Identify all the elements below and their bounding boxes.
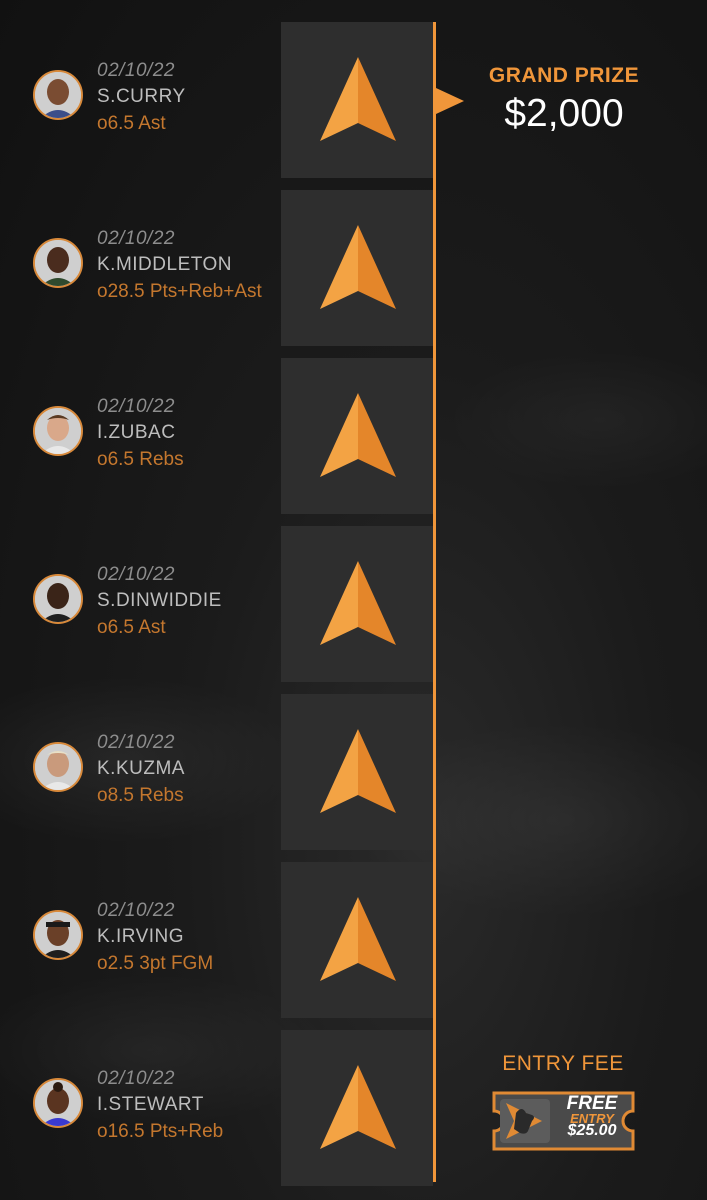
pick-line: o6.5 Ast xyxy=(97,617,166,638)
pick-date: 02/10/22 xyxy=(97,564,175,585)
grand-prize-label: GRAND PRIZE xyxy=(488,64,640,87)
pick-row: 02/10/22 S.DINWIDDIE o6.5 Ast xyxy=(0,526,707,682)
up-arrow-icon xyxy=(320,897,396,981)
pick-date: 02/10/22 xyxy=(97,732,175,753)
up-arrow-icon xyxy=(320,1065,396,1149)
player-name: S.DINWIDDIE xyxy=(97,590,222,611)
pick-date: 02/10/22 xyxy=(97,1068,175,1089)
up-arrow-icon xyxy=(320,561,396,645)
player-name: K.MIDDLETON xyxy=(97,254,233,275)
pick-row: 02/10/22 I.ZUBAC o6.5 Rebs xyxy=(0,358,707,514)
pick-over-button[interactable] xyxy=(281,862,433,1018)
pick-line: o8.5 Rebs xyxy=(97,785,184,806)
player-avatar xyxy=(33,742,83,792)
up-arrow-icon xyxy=(320,393,396,477)
pick-date: 02/10/22 xyxy=(97,396,175,417)
pick-over-button[interactable] xyxy=(281,1030,433,1186)
up-arrow-icon xyxy=(320,729,396,813)
player-name: I.ZUBAC xyxy=(97,422,176,443)
pick-over-button[interactable] xyxy=(281,694,433,850)
player-name: K.KUZMA xyxy=(97,758,185,779)
free-entry-ticket[interactable]: FREE ENTRY $25.00 xyxy=(490,1089,637,1153)
pick-date: 02/10/22 xyxy=(97,228,175,249)
up-arrow-icon xyxy=(320,225,396,309)
pick-over-button[interactable] xyxy=(281,358,433,514)
pick-over-button[interactable] xyxy=(281,526,433,682)
pick-line: o28.5 Pts+Reb+Ast xyxy=(97,281,262,302)
pick-row: 02/10/22 K.KUZMA o8.5 Rebs xyxy=(0,694,707,850)
player-avatar xyxy=(33,910,83,960)
pick-row: 02/10/22 K.MIDDLETON o28.5 Pts+Reb+Ast xyxy=(0,190,707,346)
pick-over-button[interactable] xyxy=(281,190,433,346)
up-arrow-icon xyxy=(320,57,396,141)
player-name: K.IRVING xyxy=(97,926,185,947)
grand-prize-amount: $2,000 xyxy=(504,92,624,135)
player-name: I.STEWART xyxy=(97,1094,204,1115)
pick-over-button[interactable] xyxy=(281,22,433,178)
player-avatar xyxy=(33,574,83,624)
entry-fee-label: ENTRY FEE xyxy=(502,1052,624,1075)
pick-date: 02/10/22 xyxy=(97,900,175,921)
player-avatar xyxy=(33,1078,83,1128)
pick-date: 02/10/22 xyxy=(97,60,175,81)
pick-line: o6.5 Ast xyxy=(97,113,166,134)
player-avatar xyxy=(33,70,83,120)
player-avatar xyxy=(33,238,83,288)
pick-line: o6.5 Rebs xyxy=(97,449,184,470)
ticket-value: $25.00 xyxy=(567,1122,617,1139)
player-name: S.CURRY xyxy=(97,86,186,107)
player-avatar xyxy=(33,406,83,456)
prize-pointer xyxy=(436,88,464,114)
pick-line: o2.5 3pt FGM xyxy=(97,953,214,974)
pick-row: 02/10/22 K.IRVING o2.5 3pt FGM xyxy=(0,862,707,1018)
pick-line: o16.5 Pts+Reb xyxy=(97,1121,224,1142)
